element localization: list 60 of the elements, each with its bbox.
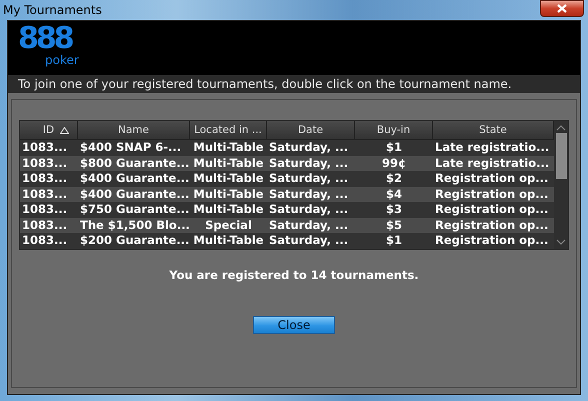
table-cell: $5	[355, 218, 433, 233]
column-header[interactable]: Name	[78, 121, 190, 140]
table-cell: The $1,500 Blo...	[78, 218, 190, 233]
close-button[interactable]	[540, 0, 584, 17]
scrollbar[interactable]	[554, 121, 568, 248]
table-cell: $400 SNAP 6-...	[78, 140, 190, 156]
table-cell: Registration op...	[433, 218, 554, 233]
table-cell: Saturday, ...	[267, 233, 355, 248]
table-cell: 1083...	[20, 186, 78, 202]
table-cell: Multi-Table	[190, 202, 267, 218]
table-cell: Registration op...	[433, 202, 554, 218]
table-cell: $1	[355, 140, 433, 156]
table-cell: Saturday, ...	[267, 156, 355, 171]
column-header[interactable]: Located in ...	[190, 121, 267, 140]
table-cell: $400 Guarante...	[78, 186, 190, 202]
table-cell: Registration op...	[433, 171, 554, 186]
table-cell: Registration op...	[433, 233, 554, 248]
table-cell: 1083...	[20, 218, 78, 233]
table-cell: $200 Guarante...	[78, 233, 190, 248]
table-cell: Saturday, ...	[267, 140, 355, 156]
table-cell: $750 Guarante...	[78, 202, 190, 218]
column-header[interactable]: ID	[20, 121, 78, 140]
scroll-down-icon	[556, 238, 566, 244]
table-cell: Saturday, ...	[267, 202, 355, 218]
column-header[interactable]: Date	[267, 121, 355, 140]
table-cell: $800 Guarante...	[78, 156, 190, 171]
close-button[interactable]: Close	[253, 316, 335, 334]
scroll-thumb[interactable]	[556, 133, 566, 179]
table-cell: Special	[190, 218, 267, 233]
table-cell: 1083...	[20, 156, 78, 171]
table-cell: $400 Guarante...	[78, 171, 190, 186]
summary-text: You are registered to 14 tournaments.	[169, 268, 419, 282]
table-cell: 1083...	[20, 202, 78, 218]
table-cell: $3	[355, 202, 433, 218]
window-title: My Tournaments	[3, 3, 102, 17]
table-cell: $1	[355, 233, 433, 248]
table-cell: Saturday, ...	[267, 218, 355, 233]
table-cell: Multi-Table	[190, 171, 267, 186]
table-cell: 1083...	[20, 171, 78, 186]
logo-word: poker	[45, 54, 80, 66]
table-cell: Saturday, ...	[267, 186, 355, 202]
instruction-text: To join one of your registered tournaments, double click on the tournament name.	[8, 75, 580, 93]
close-icon	[557, 4, 567, 13]
table-cell: Multi-Table	[190, 156, 267, 171]
column-header[interactable]: State	[433, 121, 554, 140]
scroll-up-icon	[556, 125, 566, 131]
table-cell: Late registratio...	[433, 140, 554, 156]
table-cell: $2	[355, 171, 433, 186]
table-cell: $4	[355, 186, 433, 202]
table-cell: Multi-Table	[190, 186, 267, 202]
table-cell: Multi-Table	[190, 233, 267, 248]
logo-mark: 888	[18, 24, 72, 54]
column-header[interactable]: Buy-in	[355, 121, 433, 140]
table-cell: Multi-Table	[190, 140, 267, 156]
table-cell: 99¢	[355, 156, 433, 171]
table-cell: Saturday, ...	[267, 171, 355, 186]
table-cell: Late registratio...	[433, 156, 554, 171]
table-cell: 1083...	[20, 233, 78, 248]
table-cell: Registration op...	[433, 186, 554, 202]
table-cell: 1083...	[20, 140, 78, 156]
